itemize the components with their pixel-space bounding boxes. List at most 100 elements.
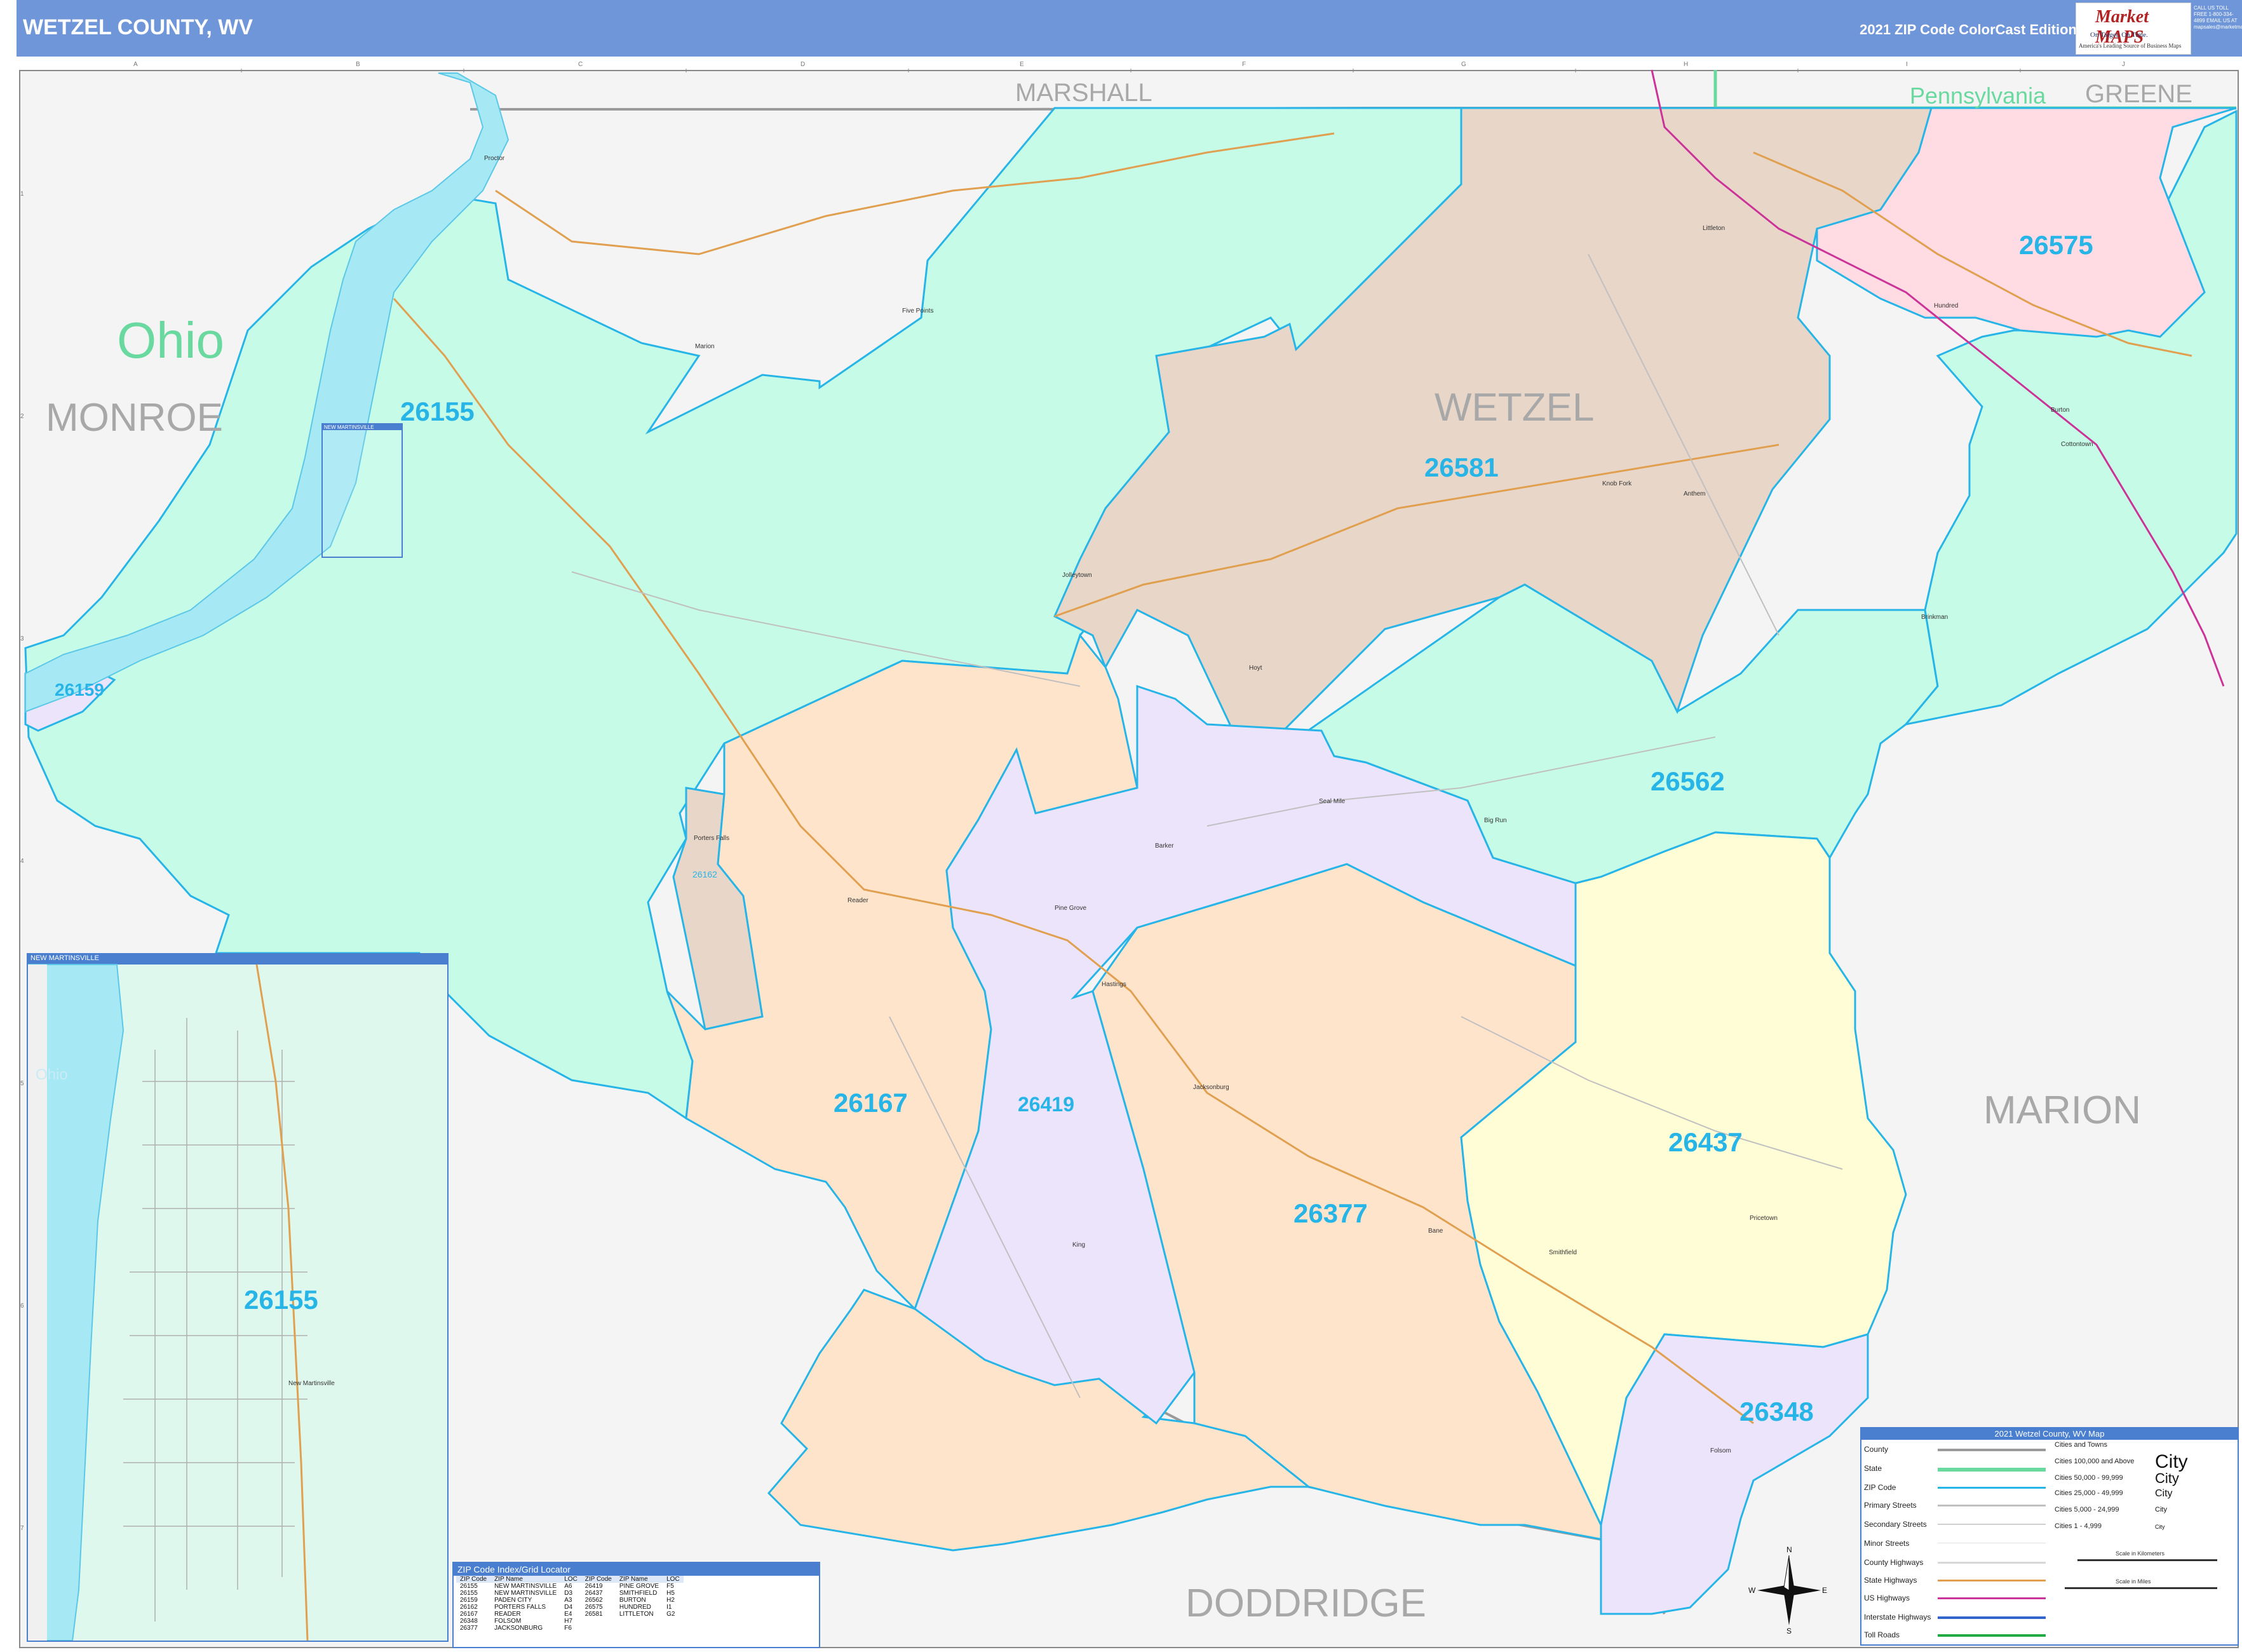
zip-index-cell: I1 (666, 1604, 672, 1611)
zip-label-26159: 26159 (55, 680, 104, 700)
zip-index-cell: 26159 (460, 1597, 478, 1604)
zip-label-26437: 26437 (1668, 1127, 1743, 1157)
zip-index-cell: H2 (666, 1597, 675, 1604)
new-martinsville-locator-box: NEW MARTINSVILLE (321, 423, 403, 558)
town-jolleytown: Jolleytown (1062, 572, 1092, 579)
legend-swatch-county-hwy (1938, 1562, 2046, 1564)
legend-item-county: County (1864, 1445, 1889, 1454)
town-anthem: Anthem (1684, 491, 1706, 498)
compass-rose: N S E W (1748, 1543, 1828, 1638)
inset-town-new-martinsville: New Martinsville (288, 1380, 335, 1387)
zip-label-26377: 26377 (1293, 1198, 1368, 1228)
zip-index-cell (663, 1618, 684, 1625)
zip-index-cell: JACKSONBURG (494, 1625, 543, 1632)
grid-col-e: E (1020, 61, 1024, 68)
zip-area-26348 (1600, 1333, 1869, 1615)
grid-col-g: G (1461, 61, 1466, 68)
county-label-monroe: MONROE (46, 396, 223, 440)
legend-item-us-hwy: US Highways (1864, 1594, 1910, 1602)
legend-item-county-hwy: County Highways (1864, 1558, 1924, 1567)
zip-label-26581: 26581 (1424, 452, 1499, 482)
state-label-ohio: Ohio (117, 312, 224, 369)
scale-km-bar (2077, 1559, 2217, 1561)
grid-row-2: 2 (20, 413, 24, 420)
town-folsom: Folsom (1710, 1447, 1731, 1454)
inset-state-label-ohio: Ohio (36, 1066, 68, 1083)
scale-mi-label: Scale in Miles (2116, 1578, 2151, 1585)
town-brinkman: Brinkman (1921, 614, 1948, 621)
compass-south: S (1786, 1627, 1792, 1635)
zip-index-cell: HUNDRED (619, 1604, 651, 1611)
town-knob-fork: Knob Fork (1602, 480, 1632, 487)
zip-index-cell: PINE GROVE (619, 1583, 659, 1590)
zip-label-26575: 26575 (2019, 230, 2093, 260)
zip-index-cell: A3 (564, 1597, 572, 1604)
zip-index-cell: 26437 (584, 1590, 603, 1597)
legend-city-tier-2: Cities 50,000 - 99,999 (2055, 1474, 2123, 1482)
county-label-marion: MARION (1983, 1088, 2141, 1132)
town-five-points: Five Points (902, 308, 934, 315)
legend-city-sample-2: City (2155, 1470, 2179, 1486)
grid-col-i: I (1906, 61, 1908, 68)
town-bane: Bane (1428, 1228, 1443, 1235)
legend-city-sample-4: City (2155, 1506, 2167, 1513)
locator-box-title: NEW MARTINSVILLE (323, 424, 402, 430)
zip-index-header: ZIP Code (581, 1576, 616, 1583)
inset-canvas (28, 964, 309, 1641)
county-label-wetzel: WETZEL (1435, 386, 1595, 430)
legend-swatch-state-hwy (1938, 1580, 2046, 1581)
legend-city-sample-5: City (2155, 1524, 2165, 1530)
grid-row-5: 5 (20, 1080, 24, 1087)
table-row: 26348 FOLSOM H7 (456, 1618, 684, 1625)
zip-index-cell: BURTON (619, 1597, 646, 1604)
zip-index-cell: 26562 (584, 1597, 603, 1604)
grid-row-7: 7 (20, 1525, 24, 1532)
zip-index-header: ZIP Name (615, 1576, 663, 1583)
county-label-doddridge: DODDRIDGE (1185, 1581, 1426, 1625)
zip-index-cell: H7 (564, 1618, 573, 1625)
zip-index-cell: F6 (564, 1625, 572, 1632)
grid-row-1: 1 (20, 191, 24, 198)
zip-index-header-row: ZIP Code ZIP Name LOC ZIP Code ZIP Name … (456, 1576, 684, 1583)
compass-east: E (1822, 1586, 1828, 1595)
zip-index-cell: G2 (666, 1611, 675, 1618)
county-label-greene: GREENE (2085, 80, 2192, 108)
zip-index-cell: 26575 (584, 1604, 603, 1611)
zip-index-cell: PORTERS FALLS (494, 1604, 546, 1611)
grid-col-j: J (2122, 61, 2125, 68)
zip-index-cell (616, 1618, 663, 1625)
zip-index-cell: 26581 (584, 1611, 603, 1618)
legend-item-state-hwy: State Highways (1864, 1576, 1917, 1585)
town-marion: Marion (695, 343, 715, 350)
scale-km-label: Scale in Kilometers (2116, 1550, 2165, 1557)
zip-index-cell: 26419 (584, 1583, 603, 1590)
zip-index-cell (581, 1618, 616, 1625)
grid-col-b: B (356, 61, 360, 68)
legend-swatch-us-hwy (1938, 1597, 2046, 1599)
zip-index-cell (663, 1625, 684, 1632)
zip-index-cell: FOLSOM (494, 1618, 522, 1625)
town-hastings: Hastings (1102, 981, 1126, 988)
zip-index-cell: D4 (564, 1604, 573, 1611)
town-proctor: Proctor (484, 155, 505, 162)
zip-code-index: ZIP Code Index/Grid Locator ZIP Code ZIP… (452, 1562, 820, 1648)
grid-col-d: D (800, 61, 806, 68)
inset-map-new-martinsville: NEW MARTINSVILLE Ohio 26155 New Martinsv… (27, 953, 449, 1642)
map-legend: 2021 Wetzel County, WV Map County State … (1860, 1427, 2239, 1646)
grid-row-3: 3 (20, 635, 24, 642)
town-reader: Reader (848, 897, 868, 904)
county-label-marshall: MARSHALL (1015, 79, 1152, 107)
grid-col-c: C (578, 61, 583, 68)
compass-north: N (1786, 1545, 1792, 1554)
zip-label-26167: 26167 (834, 1088, 908, 1118)
town-king: King (1072, 1242, 1086, 1249)
zip-index-header: LOC (663, 1576, 684, 1583)
zip-index-cell: 26162 (460, 1604, 478, 1611)
legend-swatch-toll (1938, 1634, 2046, 1637)
zip-index-cell: LITTLETON (619, 1611, 654, 1618)
town-burton: Burton (2051, 407, 2070, 414)
legend-swatch-zip (1938, 1487, 2046, 1489)
state-label-pennsylvania: Pennsylvania (1910, 83, 2046, 109)
zip-index-cell: H5 (666, 1590, 675, 1597)
zip-index-cell (616, 1625, 663, 1632)
